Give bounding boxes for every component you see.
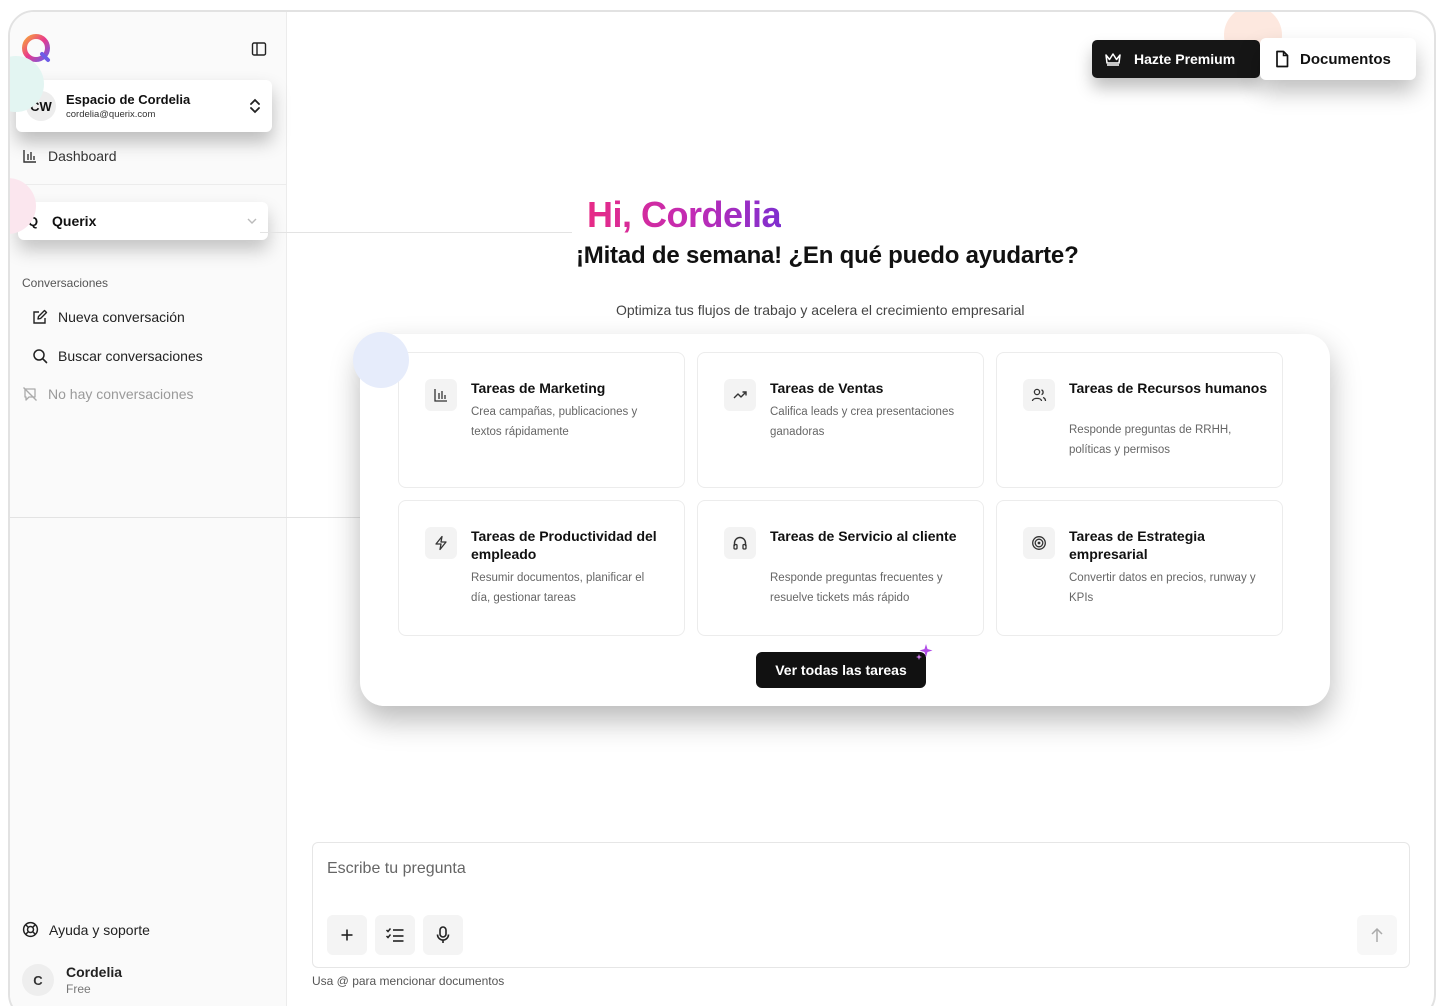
- task-card-description: Responde preguntas de RRHH, políticas y …: [1069, 424, 1232, 456]
- chat-composer: [312, 842, 1410, 968]
- premium-label: Hazte Premium: [1134, 51, 1236, 67]
- sidebar-item-label: Dashboard: [48, 148, 117, 164]
- agent-selector[interactable]: Q Querix: [18, 202, 268, 240]
- workspace-name: Espacio de Cordelia: [66, 92, 191, 107]
- add-attachment-button[interactable]: [327, 915, 367, 955]
- greeting-subtitle: ¡Mitad de semana! ¿En qué puedo ayudarte…: [576, 242, 1079, 269]
- question-input[interactable]: [327, 857, 1227, 881]
- trending-up-icon: [733, 391, 747, 399]
- no-chat-icon: [23, 387, 37, 401]
- documents-button[interactable]: Documentos: [1260, 38, 1416, 80]
- chevron-down-icon: [247, 218, 257, 224]
- crown-icon: [1105, 53, 1121, 66]
- task-card-marketing[interactable]: Tareas de Marketing Crea campañas, publi…: [398, 352, 685, 488]
- user-name: Cordelia: [66, 964, 123, 980]
- search-conversations-button[interactable]: Buscar conversaciones: [32, 348, 203, 364]
- user-profile[interactable]: C Cordelia Free: [22, 964, 122, 996]
- task-card-description: Resumir documentos, planificar el día, g…: [471, 572, 645, 604]
- headphones-icon: [733, 536, 747, 550]
- upgrade-premium-button[interactable]: Hazte Premium: [1092, 40, 1260, 78]
- tagline: Optimiza tus flujos de trabajo y acelera…: [616, 302, 1025, 318]
- task-card-estrategia[interactable]: Tareas de Estrategia empresarial Convert…: [996, 500, 1283, 636]
- app-window: CW Espacio de Cordelia cordelia@querix.c…: [8, 10, 1436, 1006]
- task-card-servicio-cliente[interactable]: Tareas de Servicio al cliente Responde p…: [697, 500, 984, 636]
- task-card-description: Califica leads y crea presentaciones gan…: [770, 406, 955, 438]
- help-label: Ayuda y soporte: [49, 921, 150, 938]
- checklist-icon: [385, 928, 404, 942]
- guide-line: [260, 232, 572, 233]
- lightning-icon: [435, 535, 447, 551]
- lifebuoy-icon: [22, 921, 39, 938]
- target-icon: [1032, 536, 1046, 550]
- user-plan: Free: [66, 982, 91, 996]
- task-card-title: Tareas de Productividad del empleado: [471, 528, 657, 562]
- task-card-title: Tareas de Estrategia empresarial: [1069, 528, 1205, 562]
- help-support-link[interactable]: Ayuda y soporte: [22, 921, 150, 938]
- composer-hint: Usa @ para mencionar documentos: [312, 974, 505, 988]
- new-conversation-button[interactable]: Nueva conversación: [32, 309, 185, 325]
- bar-chart-icon: [434, 389, 447, 402]
- task-card-ventas[interactable]: Tareas de Ventas Califica leads y crea p…: [697, 352, 984, 488]
- decorative-dot: [353, 332, 409, 388]
- chevron-up-down-icon: [250, 98, 260, 114]
- avatar: C: [22, 964, 54, 996]
- tasks-list-button[interactable]: [375, 915, 415, 955]
- sidebar-panel-icon: [251, 42, 267, 56]
- task-card-description: Convertir datos en precios, runway y KPI…: [1069, 572, 1256, 604]
- search-icon: [33, 349, 48, 364]
- plus-icon: [341, 929, 353, 941]
- documents-label: Documentos: [1300, 50, 1391, 68]
- voice-input-button[interactable]: [423, 915, 463, 955]
- task-card-title: Tareas de Marketing: [471, 380, 606, 396]
- workspace-switcher[interactable]: CW Espacio de Cordelia cordelia@querix.c…: [16, 80, 272, 132]
- new-conversation-label: Nueva conversación: [58, 309, 185, 325]
- tasks-panel: Tareas de Marketing Crea campañas, publi…: [360, 334, 1330, 706]
- task-card-recursos-humanos[interactable]: Tareas de Recursos humanos Responde preg…: [996, 352, 1283, 488]
- send-button[interactable]: [1357, 915, 1397, 955]
- task-card-title: Tareas de Ventas: [770, 380, 884, 396]
- agent-name: Querix: [52, 213, 97, 229]
- task-card-title: Tareas de Servicio al cliente: [770, 528, 957, 544]
- workspace-email: cordelia@querix.com: [66, 109, 156, 120]
- sparkle-icon: [916, 644, 933, 660]
- task-card-description: Responde preguntas frecuentes y resuelve…: [770, 572, 943, 604]
- toggle-sidebar-button[interactable]: [248, 38, 270, 60]
- empty-conversations-label: No hay conversaciones: [48, 386, 194, 402]
- bar-chart-icon: [23, 150, 36, 163]
- view-all-tasks-button[interactable]: Ver todas las tareas: [756, 652, 926, 688]
- task-card-description: Crea campañas, publicaciones y textos rá…: [471, 406, 638, 438]
- search-conversations-label: Buscar conversaciones: [58, 348, 203, 364]
- conversations-heading: Conversaciones: [22, 276, 109, 290]
- microphone-icon: [436, 926, 450, 943]
- empty-conversations: No hay conversaciones: [22, 386, 194, 402]
- arrow-up-icon: [1371, 927, 1383, 942]
- edit-icon: [33, 309, 48, 324]
- sidebar: CW Espacio de Cordelia cordelia@querix.c…: [10, 12, 287, 1006]
- users-icon: [1031, 388, 1047, 402]
- task-card-title: Tareas de Recursos humanos: [1069, 380, 1268, 396]
- greeting-title: Hi, Cordelia: [587, 194, 782, 235]
- guide-line: [10, 517, 372, 518]
- divider: [10, 184, 287, 185]
- sidebar-item-dashboard[interactable]: Dashboard: [22, 148, 117, 164]
- task-card-productividad[interactable]: Tareas de Productividad del empleado Res…: [398, 500, 685, 636]
- document-icon: [1276, 50, 1289, 68]
